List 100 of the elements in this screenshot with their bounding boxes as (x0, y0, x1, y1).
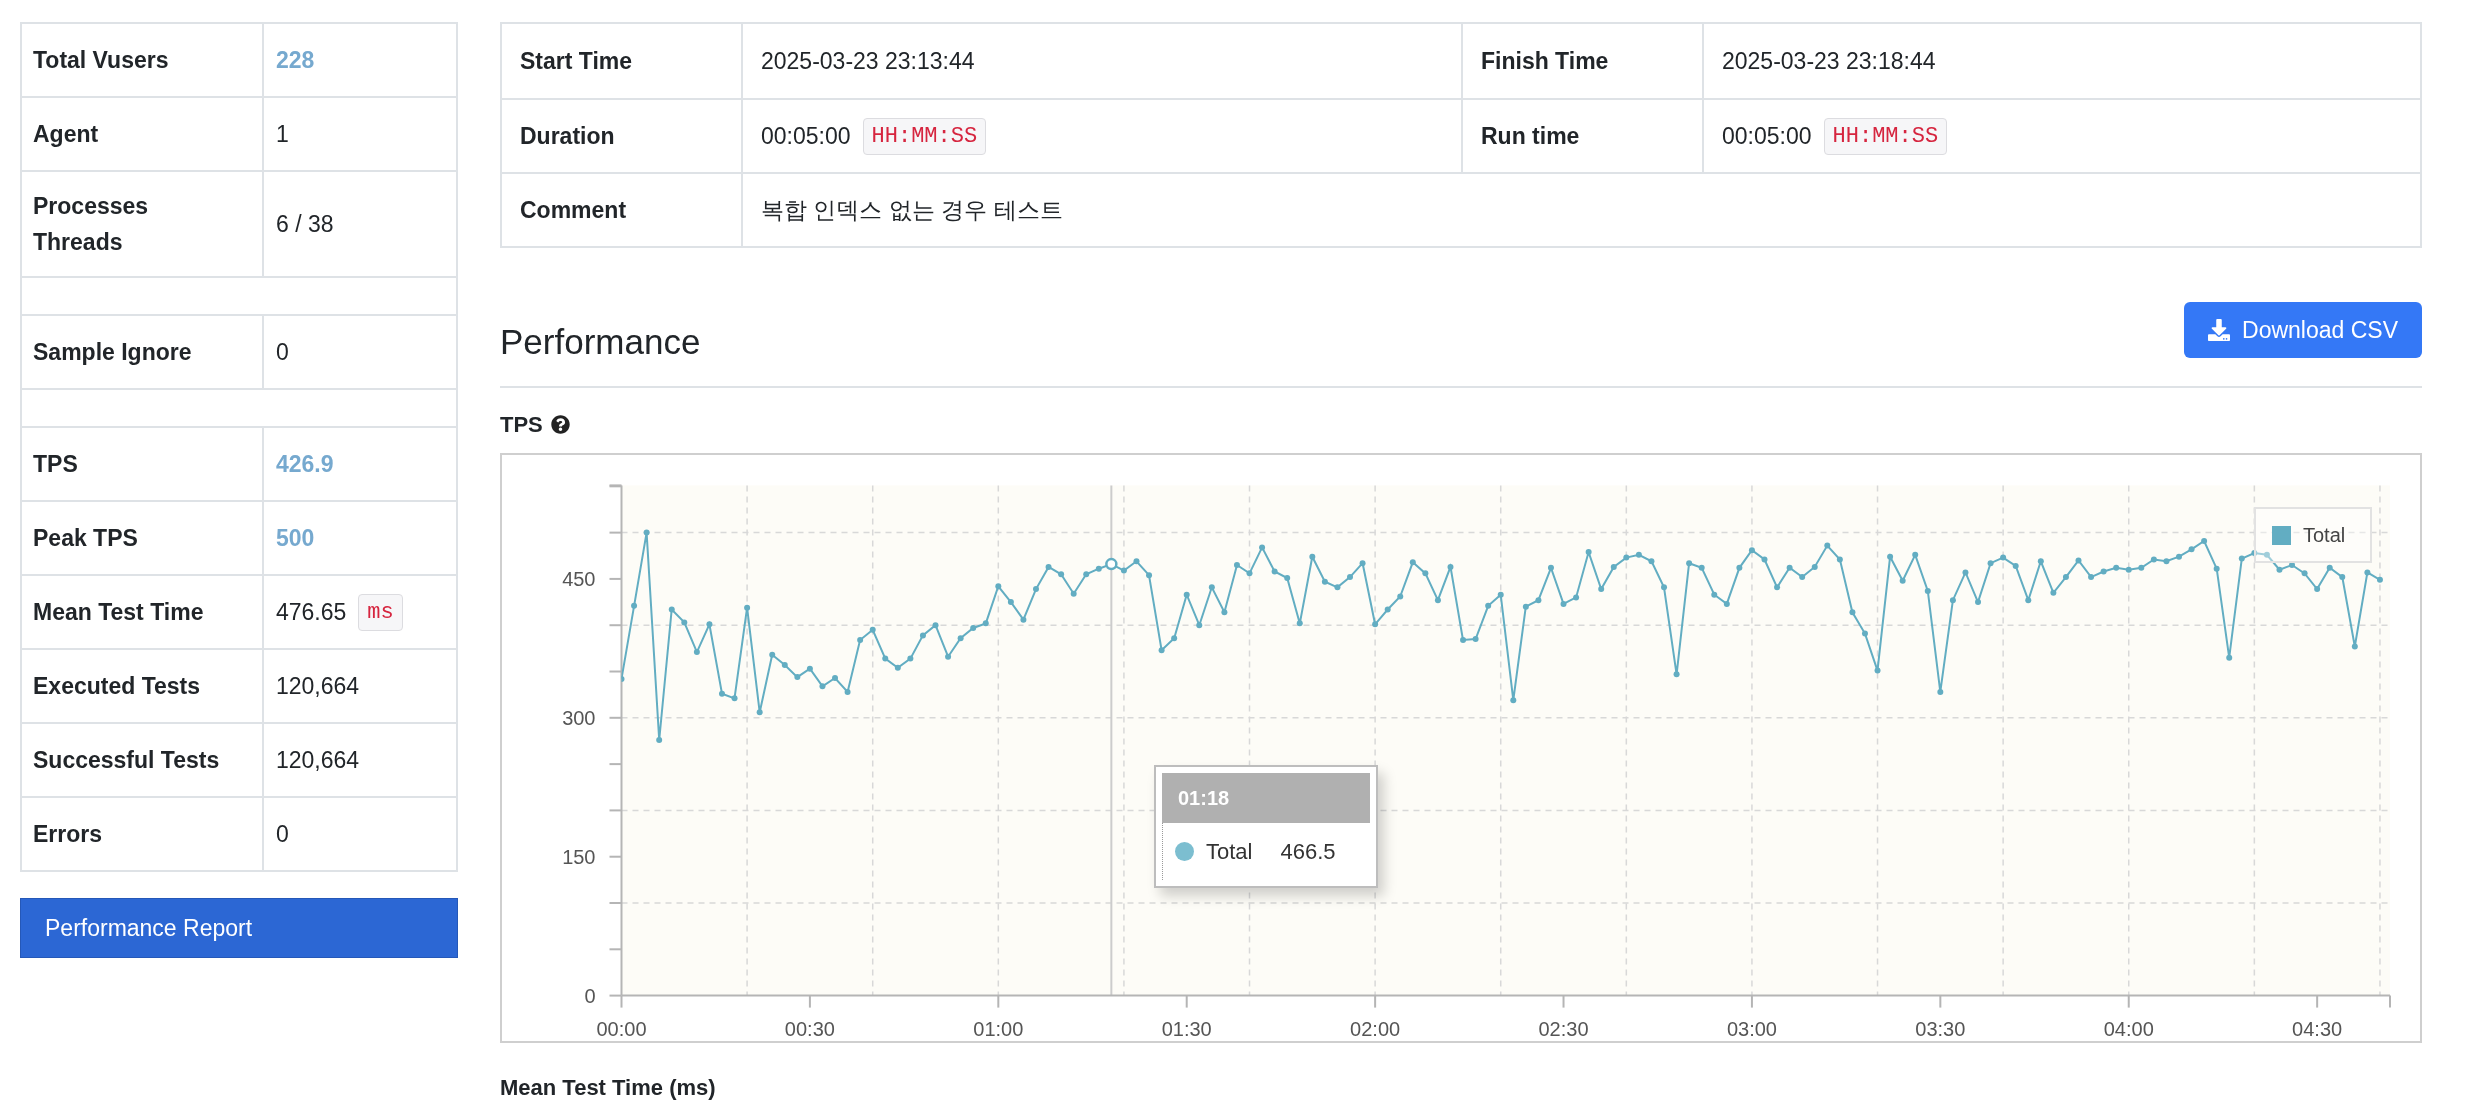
x-tick-label: 04:30 (2292, 1017, 2343, 1040)
data-point (1774, 584, 1781, 591)
data-point (1924, 587, 1931, 594)
data-point (2351, 643, 2358, 650)
data-point (1535, 597, 1542, 604)
data-point (1020, 616, 1027, 623)
stat-value: 6 / 38 (276, 209, 334, 239)
x-tick-label: 02:30 (1538, 1017, 1589, 1040)
data-point (2251, 550, 2258, 556)
stat-label: Successful Tests (33, 746, 220, 775)
x-tick-label: 00:00 (596, 1017, 647, 1040)
data-point (1384, 606, 1391, 613)
stat-label: Mean Test Time (33, 598, 204, 627)
data-point (2025, 597, 2032, 604)
data-point (1460, 637, 1467, 644)
data-point (1711, 591, 1718, 598)
data-point (1434, 597, 1441, 604)
stat-value: 500 (276, 523, 315, 553)
data-point (1912, 551, 1919, 558)
data-point (1748, 547, 1755, 554)
stat-value: 1 (276, 119, 289, 149)
stat-label: Total Vusers (33, 46, 169, 75)
data-point (1635, 551, 1642, 558)
data-point (1472, 636, 1479, 643)
data-point (1811, 563, 1818, 570)
data-point (1736, 564, 1743, 571)
data-point (1309, 553, 1316, 560)
data-point (857, 637, 864, 644)
stat-value: 120,664 (276, 671, 360, 701)
info-label: Run time (1481, 121, 1580, 151)
data-point (1573, 594, 1580, 601)
data-point (907, 655, 914, 662)
data-point (1133, 558, 1140, 565)
data-point (1359, 560, 1366, 567)
data-point (2188, 546, 2195, 553)
data-point (1334, 584, 1341, 591)
data-point (1987, 560, 1994, 567)
data-point (2339, 574, 2346, 581)
data-point (756, 709, 763, 716)
data-point (2000, 554, 2007, 561)
data-point (2326, 564, 2333, 571)
data-point (1372, 621, 1379, 628)
chart-label: Mean Test Time (ms) (500, 1075, 716, 1100)
chart-label: TPS (500, 411, 543, 439)
data-point (1033, 586, 1039, 593)
y-tick-label: 450 (562, 567, 596, 590)
data-point (1585, 549, 1592, 556)
data-point (2150, 556, 2157, 563)
info-value: 00:05:00 (1722, 121, 1812, 151)
data-point (819, 683, 826, 690)
info-value: 00:05:00 (761, 121, 851, 151)
data-point (1208, 584, 1215, 591)
data-point (1120, 567, 1127, 574)
data-point (1698, 564, 1705, 571)
data-point (1661, 584, 1667, 591)
data-point (1171, 635, 1178, 642)
data-point (970, 625, 977, 631)
format-tag: HH:MM:SS (862, 117, 987, 155)
data-point (945, 653, 952, 660)
data-point (2314, 586, 2321, 593)
info-label: Duration (520, 121, 615, 151)
data-point (2088, 574, 2095, 581)
data-point (1836, 556, 1843, 563)
data-point (1874, 667, 1881, 674)
data-point (1083, 571, 1090, 578)
data-point (1522, 603, 1529, 610)
data-point (621, 675, 625, 682)
tooltip-value: 466.5 (1280, 838, 1336, 866)
data-point (643, 529, 650, 536)
stat-value: 120,664 (276, 745, 360, 775)
help-icon[interactable] (550, 415, 570, 434)
data-point (731, 695, 738, 702)
data-point (1962, 569, 1969, 576)
info-value: 2025-03-23 23:18:44 (1722, 46, 1936, 76)
performance-report-button[interactable]: Performance Report (20, 898, 458, 958)
data-point (1296, 620, 1303, 627)
x-tick-label: 02:00 (1350, 1017, 1401, 1040)
data-point (2376, 576, 2383, 583)
data-point (1246, 570, 1253, 577)
unit-tag: ms (358, 593, 403, 631)
data-point (2201, 537, 2208, 544)
data-point (1183, 591, 1190, 598)
data-point (1510, 697, 1517, 704)
data-point (1560, 600, 1567, 607)
data-point (2263, 551, 2270, 558)
data-point (806, 665, 813, 672)
info-value: 2025-03-23 23:13:44 (761, 46, 975, 76)
data-point (1196, 622, 1203, 629)
data-point (1397, 593, 1404, 600)
data-point (1849, 609, 1856, 616)
data-point (693, 649, 700, 656)
data-point (2238, 555, 2245, 562)
data-point (2289, 562, 2296, 569)
data-point (2075, 557, 2082, 564)
stat-value: 0 (276, 337, 289, 367)
format-tag: HH:MM:SS (1823, 117, 1948, 155)
y-tick-label: 150 (562, 845, 596, 868)
data-point (2364, 569, 2371, 576)
download-csv-button[interactable]: Download CSV (2184, 302, 2422, 358)
stat-label: Executed Tests (33, 672, 201, 701)
